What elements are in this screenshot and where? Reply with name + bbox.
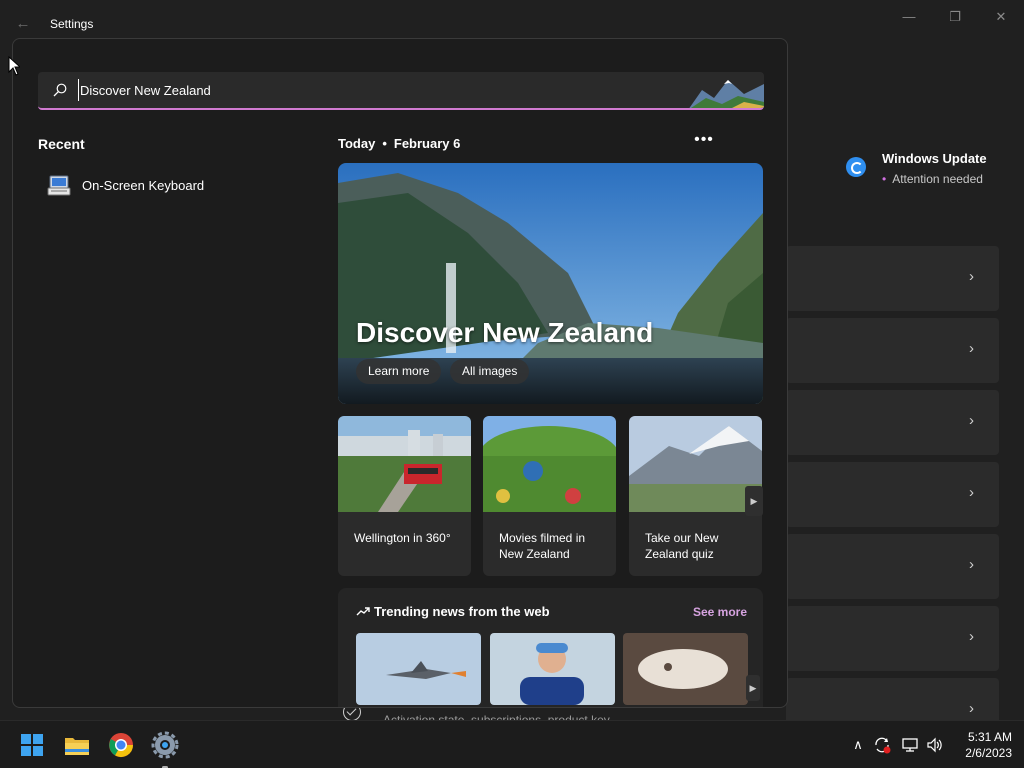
today-label: Today [338, 136, 376, 151]
see-more-link[interactable]: See more [693, 605, 747, 619]
today-date: February 6 [393, 136, 461, 151]
minimize-button[interactable]: — [886, 6, 932, 28]
news-image-jet[interactable] [356, 633, 481, 705]
chevron-right-icon: › [969, 556, 974, 573]
mouse-cursor-icon [8, 56, 20, 76]
volume-icon[interactable] [926, 736, 944, 754]
card-image [483, 416, 616, 512]
clock-date: 2/6/2023 [965, 746, 1012, 760]
settings-icon [151, 731, 179, 759]
settings-row[interactable]: › [786, 318, 999, 383]
trending-heading-text: Trending news from the web [374, 604, 550, 619]
search-input[interactable] [78, 79, 678, 101]
search-highlight-image [688, 72, 764, 108]
clock-time: 5:31 AM [967, 730, 1012, 744]
network-icon[interactable] [901, 736, 919, 754]
window-title: Settings [50, 17, 94, 31]
chrome-icon[interactable] [105, 729, 137, 761]
on-screen-keyboard-icon [47, 175, 71, 196]
card-quiz[interactable]: Take our New Zealand quiz [629, 416, 762, 576]
search-icon [53, 83, 67, 97]
learn-more-button[interactable]: Learn more [356, 359, 442, 384]
chevron-right-icon: › [969, 412, 974, 429]
card-image [338, 416, 471, 512]
search-box[interactable] [38, 72, 764, 110]
more-options-button[interactable]: ••• [693, 132, 715, 149]
chevron-right-icon: › [969, 268, 974, 285]
recent-heading: Recent [38, 136, 85, 152]
taskbar: ∧ 5:31 AM 2/6/2023 [0, 720, 1024, 768]
card-label: Wellington in 360° [354, 531, 451, 545]
recent-item-label: On-Screen Keyboard [82, 178, 205, 193]
chevron-right-icon: › [969, 484, 974, 501]
close-button[interactable]: ✕ [978, 6, 1024, 28]
system-clock[interactable]: 5:31 AM 2/6/2023 [952, 729, 1012, 761]
sync-warning-icon[interactable] [873, 736, 891, 754]
news-image-skull[interactable] [623, 633, 748, 705]
card-wellington[interactable]: Wellington in 360° [338, 416, 471, 576]
card-label: Take our New Zealand quiz [645, 531, 719, 561]
start-icon[interactable] [16, 729, 48, 761]
hero-card[interactable]: Discover New Zealand Learn more All imag… [338, 163, 763, 404]
restore-button[interactable]: ❐ [932, 6, 978, 28]
chevron-up-icon[interactable]: ∧ [849, 736, 867, 754]
recent-item-on-screen-keyboard[interactable]: On-Screen Keyboard [45, 169, 295, 201]
file-explorer-icon[interactable] [61, 729, 93, 761]
back-button[interactable]: ← [12, 14, 34, 34]
windows-update-status[interactable]: Windows Update Attention needed [846, 150, 1024, 190]
card-label: Movies filmed in New Zealand [499, 531, 586, 561]
trending-news-section: Trending news from the web See more ▶ [338, 588, 763, 707]
card-image [629, 416, 762, 512]
settings-row[interactable]: › [786, 390, 999, 455]
windows-update-title: Windows Update [882, 151, 987, 166]
chevron-right-icon: › [969, 700, 974, 717]
news-next-button[interactable]: ▶ [746, 675, 760, 701]
trending-heading: Trending news from the web [356, 604, 550, 619]
search-flyout: Recent On-Screen Keyboard Today • February… [12, 38, 788, 708]
cards-next-button[interactable]: ▶ [745, 486, 763, 516]
settings-row[interactable]: › [786, 534, 999, 599]
hero-title: Discover New Zealand [356, 317, 654, 348]
news-image-person[interactable] [490, 633, 615, 705]
trending-up-icon [356, 607, 370, 616]
today-separator: • [382, 136, 387, 151]
chevron-right-icon: › [969, 340, 974, 357]
windows-update-status-text: Attention needed [882, 172, 983, 186]
card-movies[interactable]: Movies filmed in New Zealand [483, 416, 616, 576]
settings-row[interactable]: › [786, 246, 999, 311]
sync-icon [846, 157, 866, 177]
chevron-right-icon: › [969, 628, 974, 645]
settings-row[interactable]: › [786, 606, 999, 671]
settings-row[interactable]: › [786, 462, 999, 527]
all-images-button[interactable]: All images [450, 359, 530, 384]
settings-taskbar-button[interactable] [149, 729, 181, 768]
more-options-icon: ••• [694, 131, 714, 148]
today-heading: Today • February 6 [338, 136, 460, 151]
